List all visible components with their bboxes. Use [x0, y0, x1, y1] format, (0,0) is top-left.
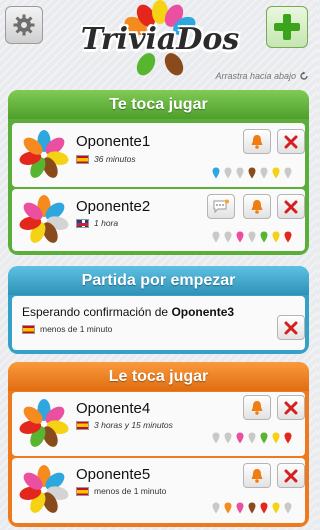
spain-flag-icon: [76, 420, 89, 430]
close-icon: [284, 321, 298, 334]
nudge-button[interactable]: [243, 129, 271, 154]
category-pin-icon: [272, 432, 280, 444]
category-pin-icon: [212, 231, 220, 243]
chat-bubble-icon: [213, 199, 229, 213]
delete-game-button[interactable]: [277, 129, 305, 154]
waiting-message: Esperando confirmación de Oponente3: [22, 305, 234, 319]
category-pin-icon: [248, 502, 256, 514]
plus-icon: [274, 14, 300, 40]
opponent-avatar: [18, 130, 70, 181]
category-progress: [212, 432, 292, 444]
close-icon: [284, 401, 298, 414]
section-their-turn: Le toca jugar Oponente4 3 horas y 15 min…: [8, 362, 309, 527]
bell-icon: [251, 400, 263, 415]
category-pin-icon: [260, 432, 268, 444]
bell-icon: [251, 134, 263, 149]
category-pin-icon: [224, 167, 232, 179]
category-pin-icon: [284, 432, 292, 444]
time-ago: 3 horas y 15 minutos: [94, 420, 173, 430]
category-pin-icon: [272, 231, 280, 243]
close-icon: [284, 469, 298, 482]
game-card[interactable]: Oponente2 1 hora: [12, 189, 305, 251]
bell-icon: [251, 199, 263, 214]
category-pin-icon: [236, 231, 244, 243]
game-meta: 1 hora: [76, 218, 118, 228]
section-pending: Partida por empezar Esperando confirmaci…: [8, 266, 309, 354]
category-pin-icon: [284, 502, 292, 514]
category-pin-icon: [236, 502, 244, 514]
category-pin-icon: [248, 231, 256, 243]
opponent-name: Oponente2: [76, 198, 151, 215]
section-my-turn: Te toca jugar Oponente1 36 minutos Opone…: [8, 90, 309, 255]
section-title: Partida por empezar: [8, 266, 309, 295]
opponent-name: Oponente3: [171, 305, 235, 319]
category-pin-icon: [236, 432, 244, 444]
close-icon: [284, 135, 298, 148]
category-pin-icon: [212, 502, 220, 514]
section-title: Te toca jugar: [8, 90, 309, 119]
category-pin-icon: [260, 502, 268, 514]
game-card[interactable]: Oponente4 3 horas y 15 minutos: [12, 392, 305, 456]
opponent-name: Oponente4: [76, 400, 151, 417]
opponent-name: Oponente5: [76, 466, 151, 483]
category-progress: [212, 231, 292, 243]
category-pin-icon: [212, 432, 220, 444]
category-pin-icon: [284, 231, 292, 243]
opponent-name: Oponente1: [76, 133, 151, 150]
category-progress: [212, 502, 292, 514]
category-pin-icon: [272, 502, 280, 514]
game-meta: menos de 1 minuto: [76, 486, 166, 496]
waiting-label: Esperando confirmación de: [22, 305, 169, 319]
nudge-button[interactable]: [243, 194, 271, 219]
app-title: TriviaDos: [80, 22, 240, 57]
category-pin-icon: [248, 432, 256, 444]
category-pin-icon: [260, 167, 268, 179]
game-card[interactable]: Oponente1 36 minutos: [12, 123, 305, 187]
header: TriviaDos Arrastra hacia abajo: [0, 0, 317, 84]
opponent-avatar: [18, 465, 70, 516]
category-pin-icon: [260, 231, 268, 243]
category-progress: [212, 167, 292, 179]
game-meta: 3 horas y 15 minutos: [76, 420, 173, 430]
time-ago: menos de 1 minuto: [40, 324, 113, 334]
nudge-button[interactable]: [243, 463, 271, 488]
category-pin-icon: [248, 167, 256, 179]
opponent-avatar: [18, 399, 70, 450]
spain-flag-icon: [76, 154, 89, 164]
delete-game-button[interactable]: [277, 463, 305, 488]
game-meta: 36 minutos: [76, 154, 136, 164]
pending-game-card[interactable]: Esperando confirmación de Oponente3 meno…: [12, 296, 305, 350]
category-pin-icon: [224, 502, 232, 514]
app-logo: TriviaDos: [78, 0, 242, 78]
game-meta: menos de 1 minuto: [22, 324, 112, 334]
opponent-avatar: [18, 195, 70, 246]
settings-button[interactable]: [5, 6, 43, 44]
category-pin-icon: [284, 167, 292, 179]
category-pin-icon: [272, 167, 280, 179]
game-card[interactable]: Oponente5 menos de 1 minuto: [12, 458, 305, 523]
refresh-icon: [300, 71, 308, 80]
bell-icon: [251, 468, 263, 483]
new-game-button[interactable]: [266, 6, 308, 48]
category-pin-icon: [224, 432, 232, 444]
delete-game-button[interactable]: [277, 194, 305, 219]
time-ago: menos de 1 minuto: [94, 486, 167, 496]
time-ago: 36 minutos: [94, 154, 136, 164]
gear-icon: [13, 14, 35, 36]
pull-hint-text: Arrastra hacia abajo: [215, 71, 296, 81]
cancel-invite-button[interactable]: [277, 315, 305, 340]
spain-flag-icon: [22, 324, 35, 334]
category-pin-icon: [224, 231, 232, 243]
category-pin-icon: [236, 167, 244, 179]
time-ago: 1 hora: [94, 218, 119, 228]
spain-flag-icon: [76, 486, 89, 496]
category-pin-icon: [212, 167, 220, 179]
delete-game-button[interactable]: [277, 395, 305, 420]
uk-flag-icon: [76, 218, 89, 228]
close-icon: [284, 200, 298, 213]
chat-button[interactable]: [207, 194, 235, 219]
section-title: Le toca jugar: [8, 362, 309, 391]
pull-to-refresh-hint: Arrastra hacia abajo: [215, 71, 309, 81]
nudge-button[interactable]: [243, 395, 271, 420]
